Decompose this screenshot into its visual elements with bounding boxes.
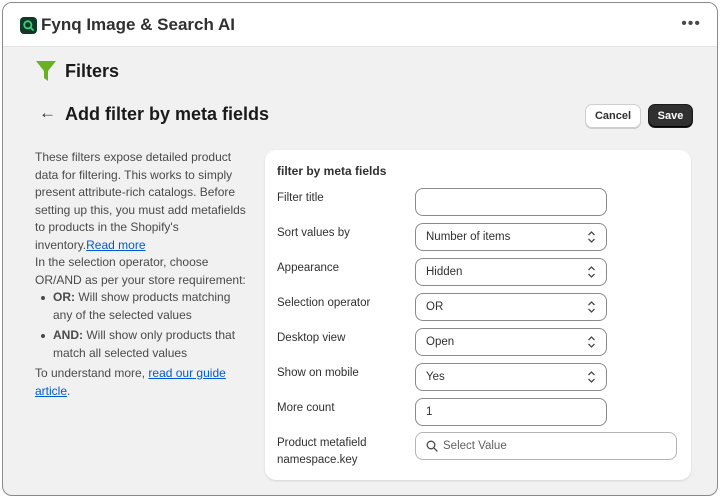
more-count-input[interactable]: 1 (415, 398, 607, 426)
sort-values-label: Sort values by (277, 227, 350, 239)
save-button[interactable]: Save (648, 104, 693, 128)
app-logo-icon (20, 17, 37, 34)
select-chevron-icon (588, 301, 595, 313)
desktop-view-select[interactable]: Open (415, 328, 607, 356)
appearance-label: Appearance (277, 262, 340, 274)
back-arrow-icon[interactable]: ← (39, 103, 56, 123)
app-title: Fynq Image & Search AI (41, 15, 235, 34)
show-on-mobile-label: Show on mobile (277, 367, 359, 379)
page-title: Add filter by meta fields (65, 104, 270, 124)
operator-list: OR: Will show products matching any of t… (35, 289, 251, 362)
filter-form-card: filter by meta fields Filter title Sort … (265, 150, 691, 480)
selection-operator-select[interactable]: OR (415, 293, 607, 321)
select-chevron-icon (588, 266, 595, 278)
operator-paragraph: In the selection operator, choose OR/AND… (35, 255, 246, 287)
select-chevron-icon (588, 336, 595, 348)
description-panel: These filters expose detailed product da… (35, 149, 251, 400)
card-title: filter by meta fields (277, 164, 387, 178)
read-more-link[interactable]: Read more (86, 238, 145, 252)
metafield-search-input[interactable]: Select Value (415, 432, 677, 460)
app-titlebar: Fynq Image & Search AI ••• (3, 3, 717, 47)
section-title: Filters (65, 61, 120, 81)
filter-title-input[interactable] (415, 188, 607, 216)
page-header: ← Add filter by meta fields Cancel Save (39, 103, 697, 131)
sort-values-select[interactable]: Number of items (415, 223, 607, 251)
description-paragraph: These filters expose detailed product da… (35, 150, 246, 252)
search-icon (426, 440, 438, 452)
more-actions-icon[interactable]: ••• (681, 15, 701, 33)
metafield-label: Product metafield namespace.key (277, 437, 367, 466)
funnel-icon (36, 61, 56, 81)
appearance-select[interactable]: Hidden (415, 258, 607, 286)
list-item: OR: Will show products matching any of t… (35, 289, 251, 324)
more-count-label: More count (277, 402, 335, 414)
metafield-placeholder: Select Value (443, 440, 507, 452)
list-item: AND: Will show only products that match … (35, 327, 251, 362)
guide-paragraph: To understand more, read our guide artic… (35, 366, 226, 398)
selection-operator-label: Selection operator (277, 297, 371, 309)
cancel-button[interactable]: Cancel (585, 104, 641, 128)
select-chevron-icon (588, 231, 595, 243)
app-frame: Fynq Image & Search AI ••• Filters ← Add… (2, 2, 718, 496)
show-on-mobile-select[interactable]: Yes (415, 363, 607, 391)
filter-title-label: Filter title (277, 192, 324, 204)
desktop-view-label: Desktop view (277, 332, 346, 344)
select-chevron-icon (588, 371, 595, 383)
